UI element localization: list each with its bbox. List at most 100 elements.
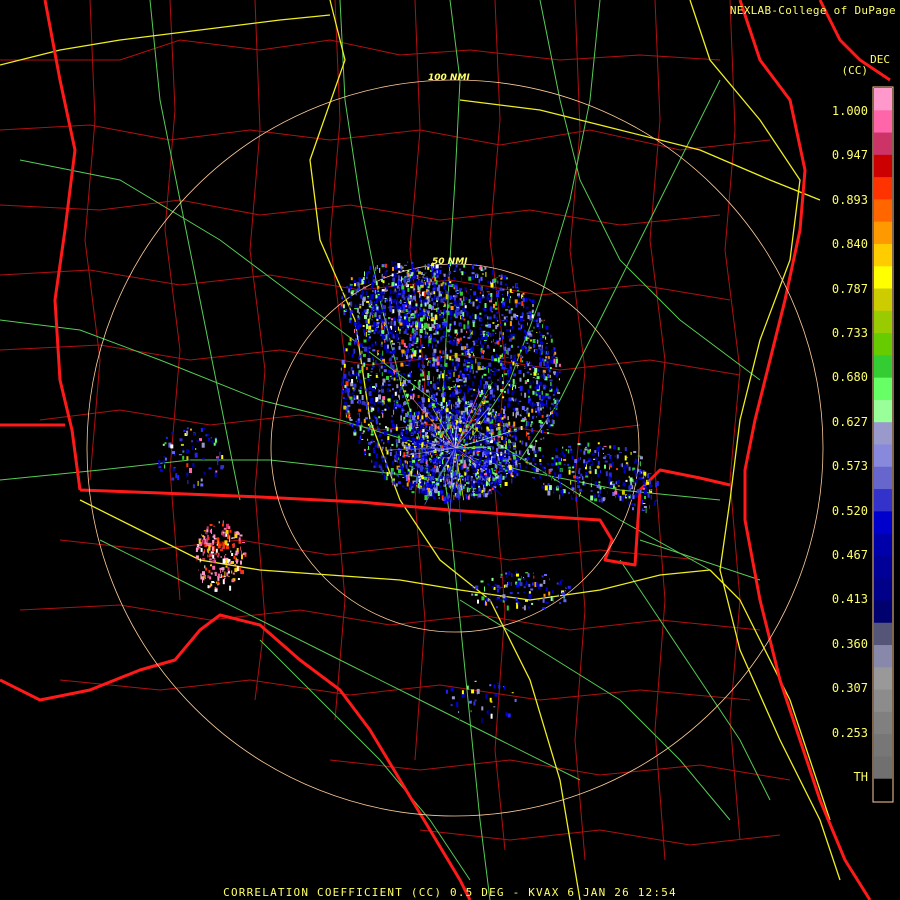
echo-pixel	[384, 408, 387, 411]
echo-pixel	[466, 408, 468, 414]
echo-pixel	[505, 472, 508, 474]
echo-pixel	[532, 365, 534, 369]
echo-pixel	[539, 448, 541, 451]
echo-pixel	[501, 293, 503, 295]
echo-pixel	[405, 429, 409, 435]
echo-pixel	[503, 415, 506, 419]
echo-pixel	[404, 462, 406, 466]
echo-pixel	[217, 555, 218, 558]
echo-pixel	[394, 402, 396, 406]
echo-pixel	[350, 301, 353, 307]
echo-pixel	[484, 459, 486, 462]
echo-pixel	[452, 361, 455, 367]
echo-pixel	[549, 578, 550, 581]
echo-pixel	[479, 443, 482, 446]
echo-pixel	[512, 378, 515, 384]
echo-pixel	[431, 324, 435, 329]
echo-pixel	[442, 350, 445, 355]
echo-pixel	[535, 349, 538, 354]
echo-pixel	[597, 491, 600, 494]
echo-pixel	[204, 575, 206, 577]
echo-pixel	[392, 470, 394, 474]
echo-pixel	[543, 387, 545, 389]
echo-pixel	[401, 276, 403, 281]
echo-pixel	[207, 585, 210, 589]
echo-pixel	[353, 383, 357, 388]
echo-pixel	[182, 455, 185, 460]
echo-pixel	[350, 399, 354, 404]
echo-pixel	[436, 308, 438, 312]
echo-pixel	[378, 446, 380, 450]
echo-pixel	[589, 448, 591, 452]
echo-pixel	[466, 324, 470, 329]
echo-pixel	[600, 470, 601, 474]
echo-pixel	[454, 311, 456, 313]
echo-pixel	[444, 337, 447, 339]
echo-pixel	[523, 366, 527, 369]
echo-pixel	[594, 498, 598, 502]
echo-pixel	[537, 412, 541, 415]
echo-pixel	[407, 300, 409, 304]
echo-pixel	[409, 431, 411, 434]
echo-pixel	[189, 468, 192, 473]
echo-pixel	[490, 713, 493, 719]
echo-pixel	[450, 304, 453, 306]
echo-pixel	[458, 388, 462, 393]
echo-pixel	[214, 553, 216, 555]
echo-pixel	[386, 469, 388, 473]
echo-pixel	[558, 371, 561, 373]
echo-pixel	[498, 477, 502, 483]
echo-pixel	[497, 340, 500, 345]
echo-pixel	[345, 309, 347, 311]
echo-pixel	[537, 373, 539, 376]
echo-pixel	[398, 268, 402, 271]
echo-pixel	[348, 288, 351, 293]
echo-pixel	[413, 274, 417, 277]
credit-text: NEXLAB-College of DuPage	[729, 4, 896, 17]
echo-pixel	[558, 457, 561, 463]
echo-pixel	[553, 458, 556, 462]
echo-pixel	[430, 381, 432, 384]
echo-pixel	[503, 390, 506, 393]
echo-pixel	[407, 298, 410, 301]
echo-pixel	[466, 366, 468, 371]
echo-pixel	[619, 495, 622, 501]
echo-pixel	[517, 345, 520, 348]
echo-pixel	[360, 424, 363, 427]
echo-pixel	[391, 332, 393, 336]
echo-pixel	[442, 459, 444, 464]
echo-pixel	[357, 317, 358, 321]
echo-pixel	[397, 326, 399, 331]
echo-pixel	[379, 267, 381, 273]
echo-pixel	[435, 432, 437, 436]
echo-pixel	[567, 448, 569, 454]
echo-pixel	[421, 323, 424, 329]
echo-pixel	[421, 279, 423, 283]
echo-pixel	[460, 343, 462, 345]
echo-pixel	[395, 439, 398, 442]
echo-pixel	[204, 577, 206, 579]
echo-pixel	[467, 485, 469, 488]
echo-pixel	[439, 478, 442, 482]
echo-pixel	[490, 417, 492, 422]
echo-pixel	[385, 426, 387, 429]
echo-pixel	[526, 431, 527, 437]
legend-label: TH	[853, 770, 868, 784]
echo-pixel	[464, 403, 466, 407]
echo-pixel	[403, 379, 406, 385]
echo-pixel	[509, 328, 512, 330]
echo-pixel	[508, 336, 509, 338]
echo-pixel	[474, 493, 478, 496]
echo-pixel	[467, 489, 468, 492]
echo-pixel	[491, 340, 493, 343]
echo-pixel	[477, 304, 480, 308]
echo-pixel	[441, 494, 445, 496]
echo-pixel	[469, 334, 471, 337]
echo-pixel	[557, 474, 559, 480]
echo-pixel	[568, 449, 570, 454]
echo-pixel	[386, 277, 389, 279]
echo-pixel	[632, 507, 634, 511]
echo-pixel	[501, 420, 503, 424]
echo-pixel	[528, 343, 530, 346]
echo-pixel	[231, 579, 235, 583]
